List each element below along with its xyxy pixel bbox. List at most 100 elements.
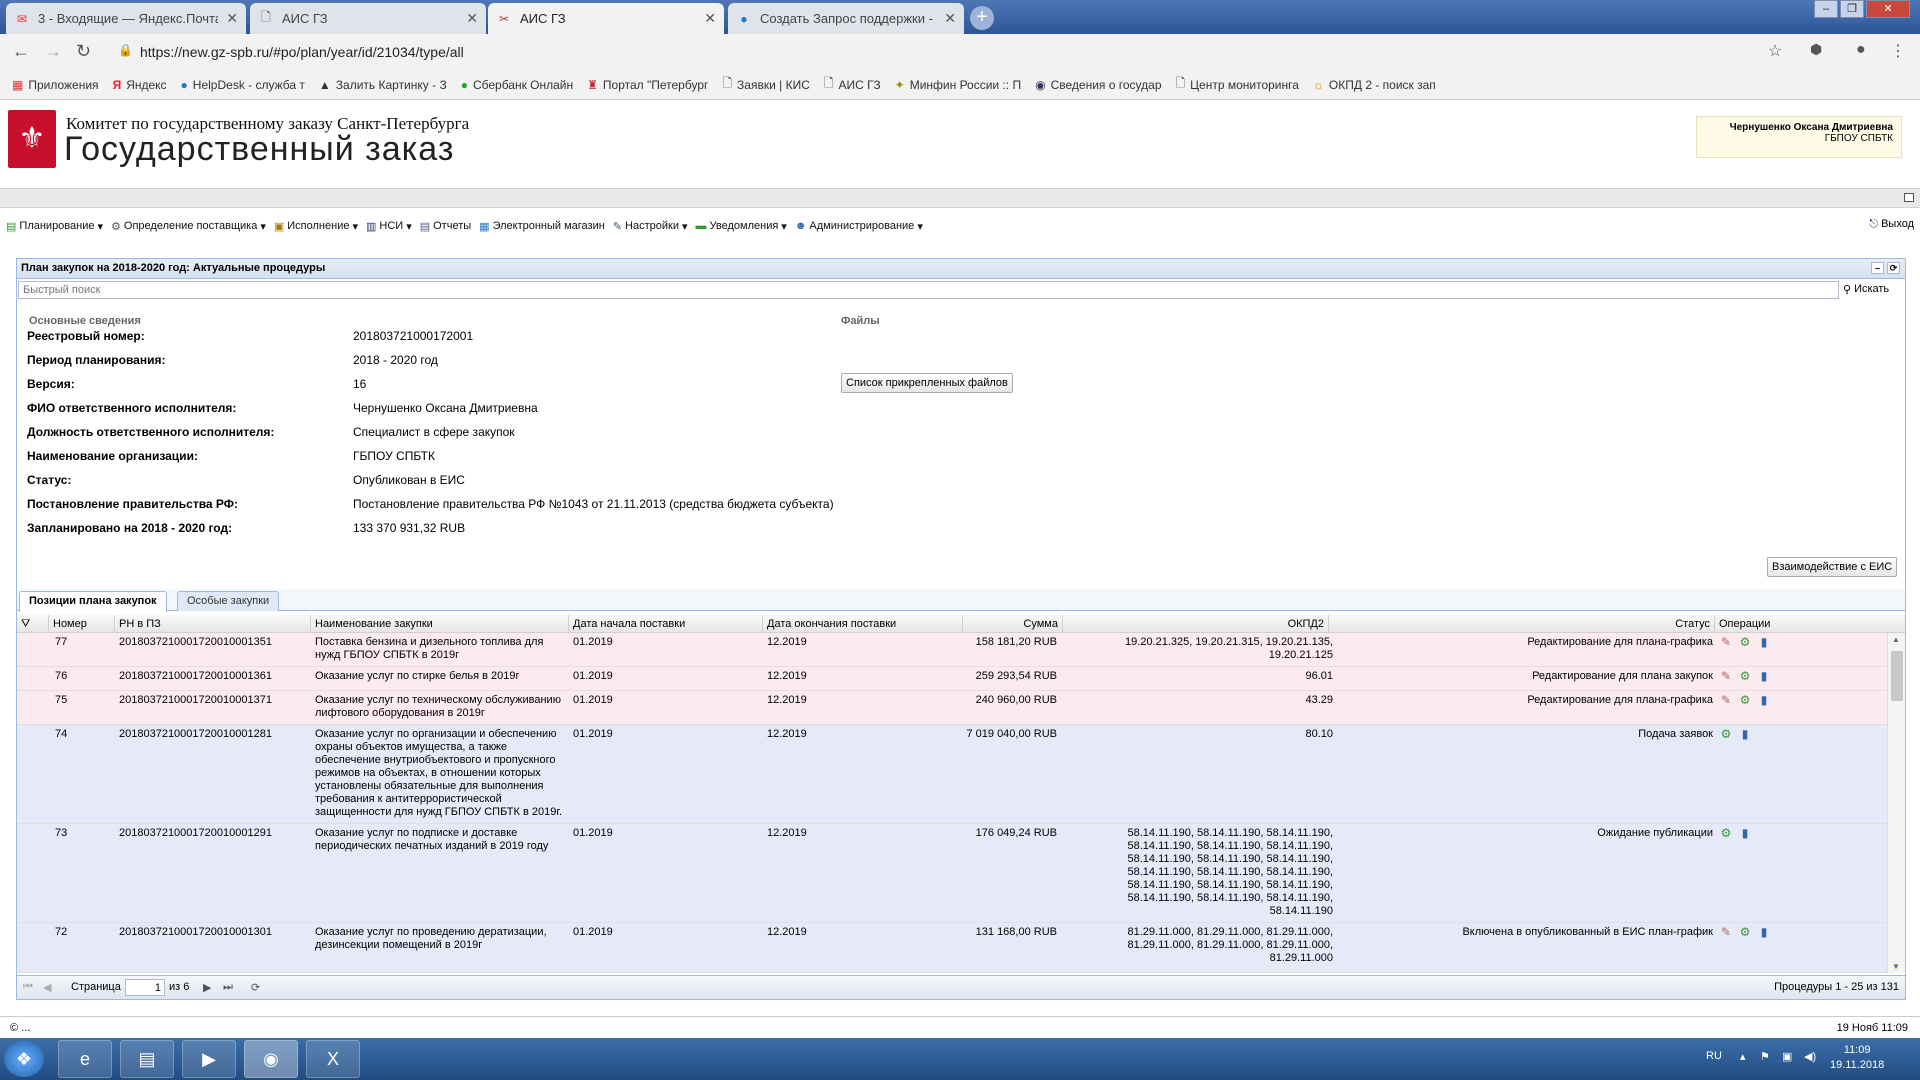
chart-icon[interactable]: ▮: [1756, 694, 1772, 707]
windows-start-icon[interactable]: ❖: [4, 1041, 44, 1077]
tab-special-purchases[interactable]: Особые закупки: [177, 591, 280, 611]
workflow-icon[interactable]: ⚙: [1737, 636, 1753, 649]
menu-execution[interactable]: ▣ Исполнение ▾: [274, 220, 358, 233]
bookmark-portal[interactable]: ♜ Портал "Петербург: [587, 78, 708, 92]
table-row[interactable]: 76 2018037210001720010001361 Оказание услу…: [17, 667, 1887, 691]
workflow-icon[interactable]: ⚙: [1737, 670, 1753, 683]
scrollbar-thumb[interactable]: [1891, 651, 1903, 701]
workflow-icon[interactable]: ⚙: [1718, 728, 1734, 741]
chart-icon[interactable]: ▮: [1737, 728, 1753, 741]
extension-icon[interactable]: ⬢: [1810, 41, 1822, 58]
forward-icon[interactable]: →: [44, 41, 62, 62]
ie-taskbar-icon[interactable]: e: [58, 1040, 112, 1078]
attached-files-button[interactable]: Список прикрепленных файлов: [841, 373, 1013, 393]
column-header-end[interactable]: Дата окончания поставки: [763, 615, 963, 633]
minimize-window-button[interactable]: –: [1814, 0, 1838, 18]
volume-icon[interactable]: ◀): [1804, 1050, 1816, 1063]
close-icon[interactable]: ✕: [466, 10, 478, 27]
browser-tab-ais2-active[interactable]: ✂ АИС ГЗ ✕: [488, 3, 724, 34]
column-header-number[interactable]: Номер: [49, 615, 115, 633]
column-header-okpd[interactable]: ОКПД2: [1063, 615, 1329, 633]
star-icon[interactable]: ☆: [1768, 41, 1782, 61]
table-row[interactable]: 77 2018037210001720010001351 Поставка бенз…: [17, 633, 1887, 667]
column-header-sum[interactable]: Сумма: [963, 615, 1063, 633]
chart-icon[interactable]: ▮: [1756, 670, 1772, 683]
workflow-icon[interactable]: ⚙: [1737, 926, 1753, 939]
explorer-taskbar-icon[interactable]: ▤: [120, 1040, 174, 1078]
column-header-rn[interactable]: РН в ПЗ: [115, 615, 311, 633]
close-window-button[interactable]: ✕: [1866, 0, 1910, 18]
bookmark-svedeniya[interactable]: ◉ Сведения о государ: [1035, 78, 1161, 92]
column-header-name[interactable]: Наименование закупки: [311, 615, 569, 633]
close-icon[interactable]: ✕: [944, 10, 956, 27]
menu-notifications[interactable]: ▬ Уведомления ▾: [696, 220, 787, 233]
search-button[interactable]: ⚲ Искать: [1843, 283, 1889, 296]
menu-settings[interactable]: ✎ Настройки ▾: [613, 220, 688, 233]
first-page-icon[interactable]: ⏮: [23, 981, 33, 994]
chart-icon[interactable]: ▮: [1756, 636, 1772, 649]
menu-eshop[interactable]: ▦ Электронный магазин: [479, 220, 605, 233]
menu-reports[interactable]: ▤ Отчеты: [420, 220, 471, 233]
close-icon[interactable]: ✕: [704, 10, 716, 27]
quick-search-input[interactable]: [18, 281, 1839, 299]
reload-icon[interactable]: ↻: [76, 41, 91, 62]
maximize-window-button[interactable]: ❐: [1840, 0, 1864, 18]
filter-column-header[interactable]: ⛛: [17, 615, 49, 633]
browser-tab-support[interactable]: ● Создать Запрос поддержки - Ai ✕: [728, 3, 964, 34]
prev-page-icon[interactable]: ◀: [43, 981, 51, 994]
menu-nsi[interactable]: ▥ НСИ ▾: [366, 220, 412, 233]
scroll-down-icon[interactable]: ▼: [1892, 962, 1900, 971]
table-row[interactable]: 74 2018037210001720010001281 Оказание услу…: [17, 725, 1887, 824]
next-page-icon[interactable]: ▶: [203, 981, 211, 994]
edit-icon[interactable]: ✎: [1718, 670, 1734, 683]
bookmark-sber[interactable]: ● Сбербанк Онлайн: [461, 78, 573, 92]
excel-taskbar-icon[interactable]: X: [306, 1040, 360, 1078]
workflow-icon[interactable]: ⚙: [1737, 694, 1753, 707]
new-tab-button[interactable]: +: [970, 6, 994, 30]
bookmark-apps[interactable]: ▦ Приложения: [12, 78, 99, 92]
media-player-taskbar-icon[interactable]: ▶: [182, 1040, 236, 1078]
workflow-icon[interactable]: ⚙: [1718, 827, 1734, 840]
logout-button[interactable]: ⎋ Выход: [1869, 218, 1914, 231]
column-header-start[interactable]: Дата начала поставки: [569, 615, 763, 633]
browser-tab-mail[interactable]: ✉ 3 - Входящие — Яндекс.Почта ✕: [6, 3, 246, 34]
grid-scrollbar[interactable]: ▲ ▼: [1887, 633, 1905, 973]
bookmark-image[interactable]: ▲ Залить Картинку - З: [319, 78, 447, 92]
last-page-icon[interactable]: ⏭: [223, 981, 233, 994]
refresh-panel-icon[interactable]: ⟳: [1887, 262, 1900, 274]
language-indicator[interactable]: RU: [1706, 1050, 1722, 1062]
collapse-header-icon[interactable]: [1904, 193, 1914, 202]
menu-supplier[interactable]: ⚙ Определение поставщика ▾: [111, 220, 266, 233]
close-icon[interactable]: ✕: [226, 10, 238, 27]
bookmark-aisgz[interactable]: 🗋 АИС ГЗ: [824, 74, 881, 95]
page-number-input[interactable]: [125, 979, 165, 996]
bookmark-helpdesk[interactable]: ● HelpDesk - служба т: [181, 78, 305, 92]
menu-planning[interactable]: ▤ Планирование ▾: [6, 220, 103, 233]
bookmark-yandex[interactable]: Я Яндекс: [113, 78, 167, 92]
refresh-icon[interactable]: ⟳: [251, 981, 260, 994]
table-row[interactable]: 75 2018037210001720010001371 Оказание услу…: [17, 691, 1887, 725]
edit-icon[interactable]: ✎: [1718, 694, 1734, 707]
network-icon[interactable]: ▣: [1782, 1050, 1792, 1063]
column-header-status[interactable]: Статус: [1329, 615, 1715, 633]
edit-icon[interactable]: ✎: [1718, 926, 1734, 939]
chrome-taskbar-icon[interactable]: ◉: [244, 1040, 298, 1078]
chart-icon[interactable]: ▮: [1756, 926, 1772, 939]
tray-arrow-icon[interactable]: ▴: [1740, 1050, 1746, 1063]
profile-icon[interactable]: ●: [1856, 41, 1866, 59]
menu-admin[interactable]: ☻ Администрирование ▾: [795, 220, 923, 233]
back-icon[interactable]: ←: [12, 41, 30, 62]
eis-interaction-button[interactable]: Взаимодействие с ЕИС: [1767, 557, 1898, 577]
bookmark-okpd[interactable]: ☼ ОКПД 2 - поиск зап: [1313, 78, 1436, 92]
taskbar-clock[interactable]: 11:09 19.11.2018: [1830, 1043, 1884, 1073]
edit-icon[interactable]: ✎: [1718, 636, 1734, 649]
minimize-panel-icon[interactable]: –: [1871, 262, 1884, 274]
table-row[interactable]: 72 2018037210001720010001301 Оказание услу…: [17, 923, 1887, 973]
chart-icon[interactable]: ▮: [1737, 827, 1753, 840]
url-input[interactable]: 🔒 https://new.gz-spb.ru/#po/plan/year/id…: [110, 39, 1790, 65]
scroll-up-icon[interactable]: ▲: [1892, 635, 1900, 644]
bookmark-monitoring[interactable]: 🗋 Центр мониторинга: [1176, 74, 1299, 95]
browser-tab-ais1[interactable]: 🗋 АИС ГЗ ✕: [250, 3, 486, 34]
bookmark-minfin[interactable]: ✦ Минфин России :: П: [895, 78, 1021, 92]
tab-plan-positions[interactable]: Позиции плана закупок: [19, 591, 167, 612]
